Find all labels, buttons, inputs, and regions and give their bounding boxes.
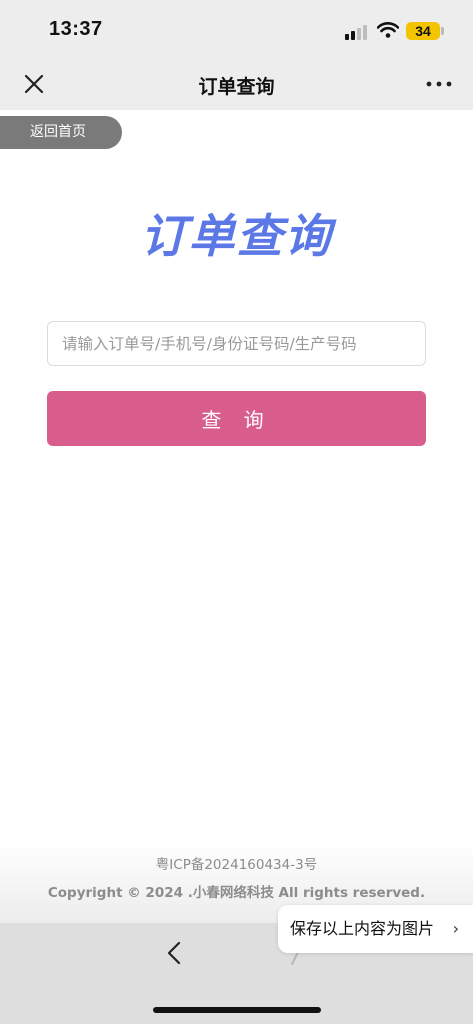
brand-title: 订单查询 xyxy=(140,209,333,263)
home-indicator xyxy=(153,1007,321,1013)
close-icon[interactable] xyxy=(20,70,48,98)
back-home-button[interactable]: 返回首页 xyxy=(0,116,122,149)
battery-cap xyxy=(441,27,444,35)
chevron-right-icon: › xyxy=(452,919,459,938)
back-arrow-icon[interactable] xyxy=(163,940,185,966)
search-input[interactable] xyxy=(47,321,426,366)
save-as-image-label: 保存以上内容为图片 xyxy=(290,919,435,938)
nav-bar: 订单查询 xyxy=(0,58,473,110)
wifi-icon xyxy=(377,22,399,38)
more-icon[interactable] xyxy=(424,72,454,96)
copyright-text: Copyright © 2024 .小春网络科技 All rights rese… xyxy=(47,885,426,901)
icp-text[interactable]: 粤ICP备2024160434-3号 xyxy=(0,853,473,873)
battery-icon: 34 xyxy=(406,22,440,40)
status-bar: 13:37 34 xyxy=(0,0,473,58)
signal-icon xyxy=(345,25,367,40)
query-button[interactable]: 查 询 xyxy=(47,391,426,446)
save-as-image-button[interactable]: 保存以上内容为图片 › xyxy=(278,905,473,953)
status-time: 13:37 xyxy=(49,18,103,40)
page-title: 订单查询 xyxy=(198,76,275,98)
